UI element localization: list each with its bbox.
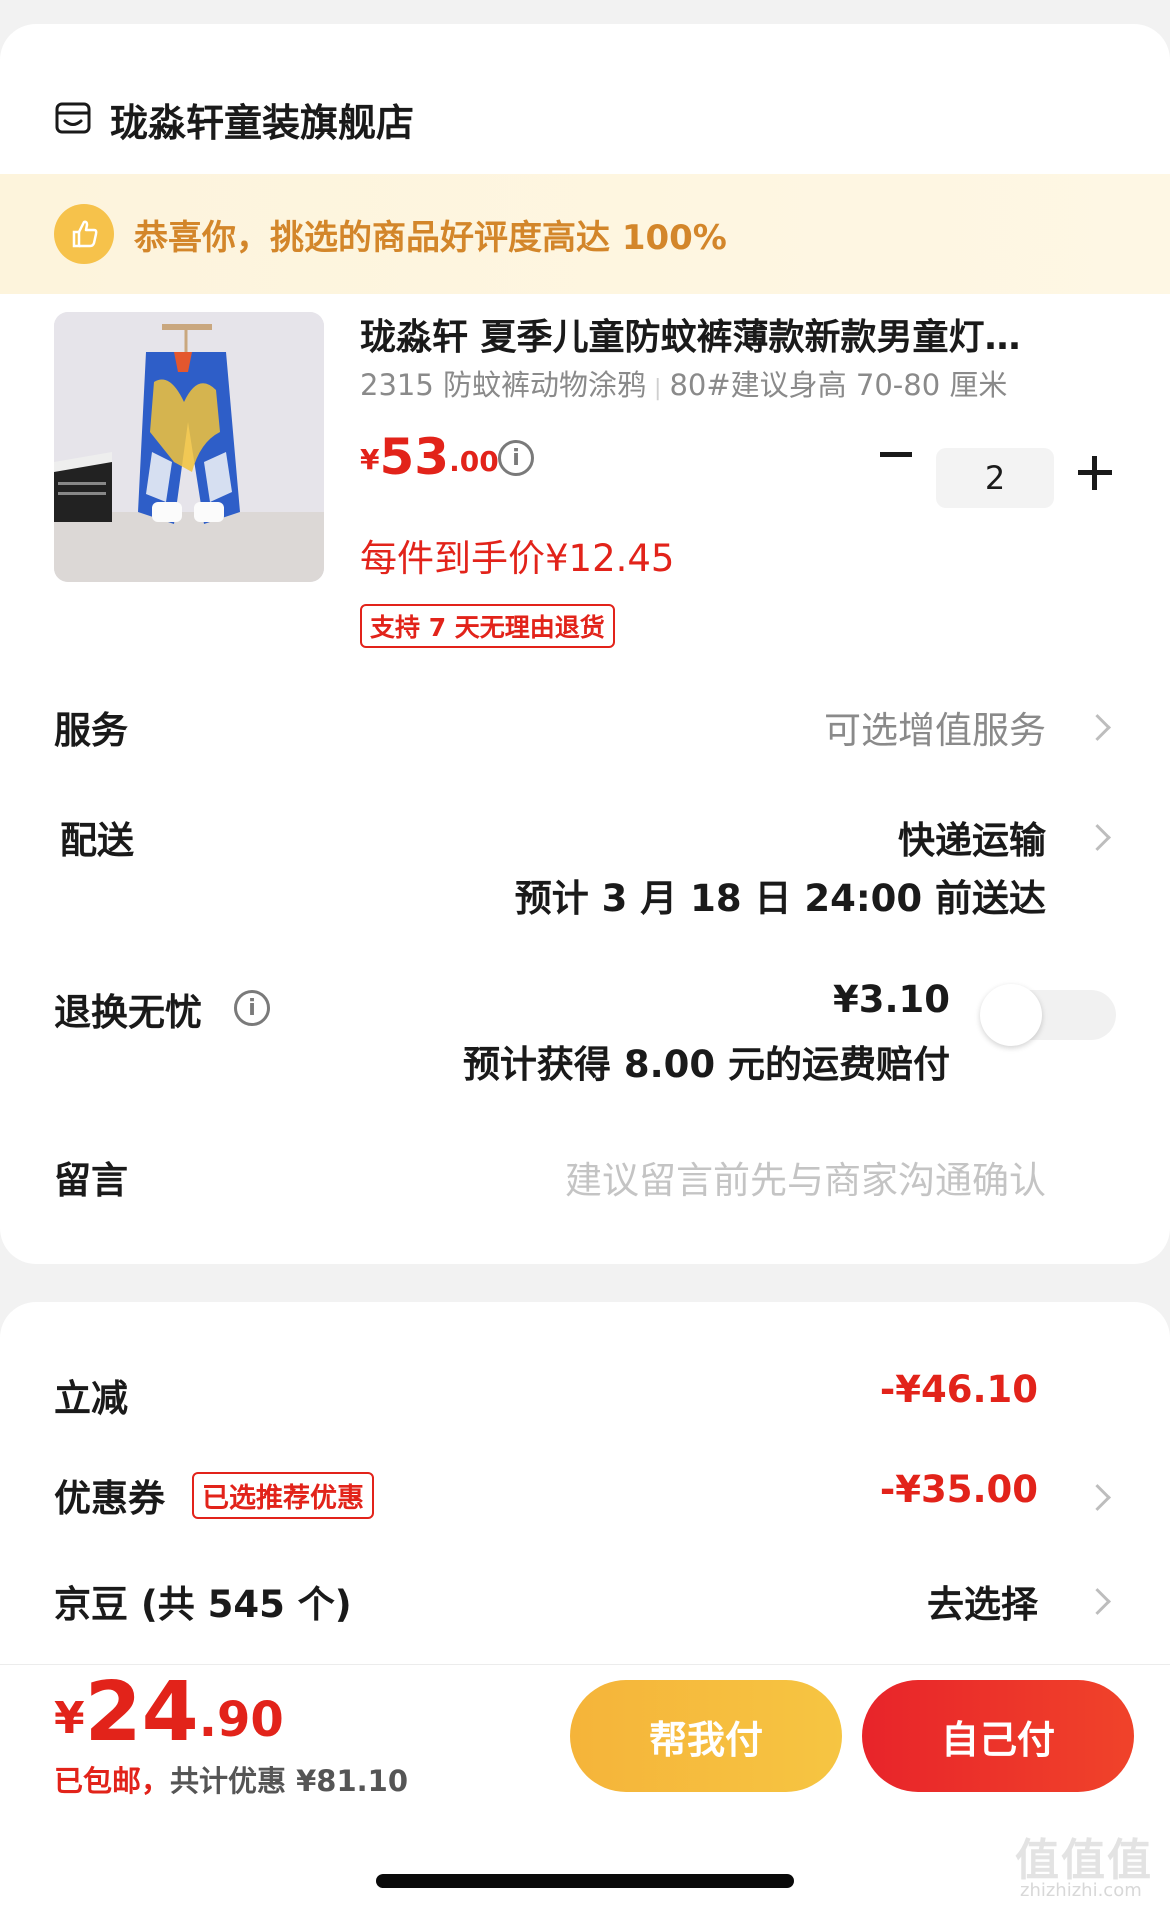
- spec-divider: |: [654, 376, 662, 401]
- shop-icon: [55, 102, 91, 134]
- total-integer: 24: [84, 1665, 199, 1760]
- total-note: 已包邮，共计优惠 ¥81.10: [54, 1758, 408, 1800]
- price-symbol: ¥: [360, 443, 380, 476]
- shop-name[interactable]: 珑淼轩童装旗舰店: [110, 92, 414, 147]
- help-pay-button[interactable]: 帮我付: [570, 1680, 842, 1792]
- price-integer: 53: [379, 428, 450, 486]
- instant-discount-label: 立减: [54, 1377, 128, 1420]
- price-info-icon[interactable]: i: [498, 440, 534, 476]
- spec-size: 80#建议身高 70-80 厘米: [669, 368, 1008, 402]
- product-spec[interactable]: 2315 防蚊裤动物涂鸦 | 80#建议身高 70-80 厘米: [360, 362, 1007, 404]
- message-input[interactable]: 建议留言前先与商家沟通确认: [565, 1150, 1046, 1204]
- coupon-recommended-badge: 已选推荐优惠: [192, 1472, 374, 1519]
- product-title[interactable]: 珑淼轩 夏季儿童防蚊裤薄款新款男童灯…: [360, 308, 1120, 360]
- delivery-eta: 预计 3 月 18 日 24:00 前送达: [514, 877, 1046, 920]
- coupon-label: 优惠券: [54, 1477, 165, 1520]
- self-pay-button[interactable]: 自己付: [862, 1680, 1134, 1792]
- coupon-value[interactable]: -¥35.00: [880, 1468, 1038, 1511]
- delivery-label: 配送: [60, 819, 134, 862]
- product-price: ¥ 53 .00: [360, 432, 499, 482]
- unit-price: 每件到手价¥12.45: [360, 537, 675, 580]
- quantity-input[interactable]: 2: [936, 448, 1054, 508]
- praise-text: 恭喜你，挑选的商品好评度高达 100%: [134, 217, 727, 258]
- watermark-url: zhizhizhi.com: [1020, 1880, 1142, 1901]
- quantity-increase-button[interactable]: [1078, 456, 1112, 490]
- price-decimal: .00: [449, 445, 499, 478]
- spec-style: 2315 防蚊裤动物涂鸦: [360, 368, 647, 402]
- discount-card: [0, 1302, 1170, 1722]
- shipping-note: 已包邮，: [54, 1764, 171, 1798]
- return-insurance-label: 退换无忧: [54, 991, 202, 1034]
- jingdou-select[interactable]: 去选择: [927, 1574, 1038, 1628]
- return-insurance-info-icon[interactable]: i: [234, 990, 270, 1026]
- message-label: 留言: [54, 1159, 128, 1202]
- instant-discount-value: -¥46.10: [879, 1368, 1038, 1411]
- return-insurance-toggle[interactable]: [980, 984, 1116, 1046]
- return-insurance-price: ¥3.10: [832, 978, 950, 1021]
- thumbs-up-icon: [54, 204, 114, 264]
- toggle-knob: [980, 984, 1042, 1046]
- total-decimal: .90: [198, 1692, 284, 1748]
- delivery-method[interactable]: 快递运输: [898, 810, 1046, 864]
- saving-note: 共计优惠 ¥81.10: [170, 1764, 409, 1798]
- watermark-logo: 值值值: [1015, 1835, 1153, 1886]
- return-policy-badge: 支持 7 天无理由退货: [360, 604, 615, 648]
- home-indicator[interactable]: [376, 1874, 794, 1888]
- return-insurance-note: 预计获得 8.00 元的运费赔付: [462, 1043, 950, 1086]
- quantity-decrease-button[interactable]: [880, 452, 912, 457]
- service-value[interactable]: 可选增值服务: [824, 700, 1046, 754]
- total-symbol: ¥: [54, 1693, 85, 1744]
- praise-banner: 恭喜你，挑选的商品好评度高达 100%: [0, 174, 1170, 294]
- jingdou-label: 京豆 (共 545 个): [54, 1583, 352, 1626]
- product-image[interactable]: [54, 312, 324, 582]
- shop-header[interactable]: 珑淼轩童装旗舰店: [54, 84, 414, 154]
- service-label: 服务: [54, 709, 128, 752]
- total-price: ¥ 24 .90: [54, 1672, 284, 1754]
